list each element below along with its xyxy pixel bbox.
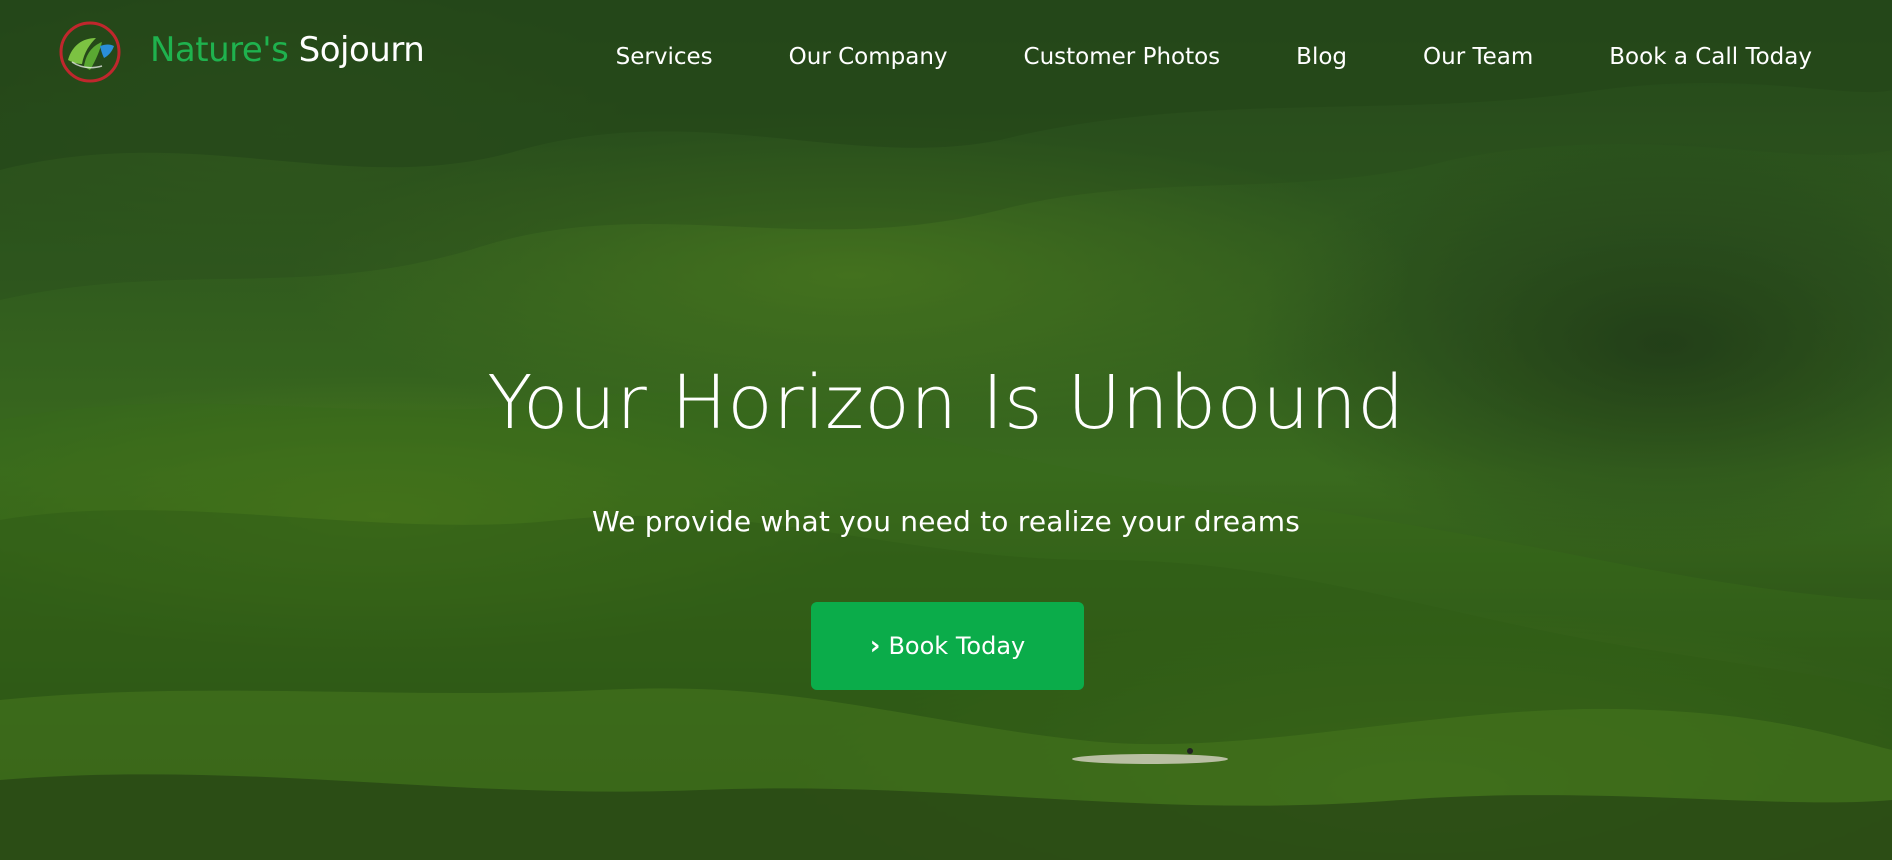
nav-customer-photos[interactable]: Customer Photos — [1024, 44, 1221, 70]
book-today-label: Book Today — [888, 632, 1026, 660]
brand-name-part2: Sojourn — [298, 30, 425, 70]
sheep-flock-image — [1072, 748, 1228, 764]
hero-subheadline: We provide what you need to realize your… — [592, 505, 1300, 538]
nav-our-team[interactable]: Our Team — [1423, 44, 1533, 70]
hero-section: Nature's Sojourn Services Our Company Cu… — [0, 0, 1892, 860]
nav-services[interactable]: Services — [616, 44, 713, 70]
main-navigation: Services Our Company Customer Photos Blo… — [540, 44, 1812, 70]
brand-name-part1: Nature's — [150, 30, 289, 70]
brand-name[interactable]: Nature's Sojourn — [150, 30, 425, 70]
nav-book-a-call[interactable]: Book a Call Today — [1609, 44, 1812, 70]
book-today-button[interactable]: › Book Today — [811, 602, 1084, 690]
chevron-right-icon: › — [869, 631, 881, 661]
nav-our-company[interactable]: Our Company — [789, 44, 948, 70]
nav-blog[interactable]: Blog — [1296, 44, 1347, 70]
leaf-globe-icon[interactable] — [58, 20, 122, 84]
hero-headline: Your Horizon Is Unbound — [487, 360, 1405, 446]
